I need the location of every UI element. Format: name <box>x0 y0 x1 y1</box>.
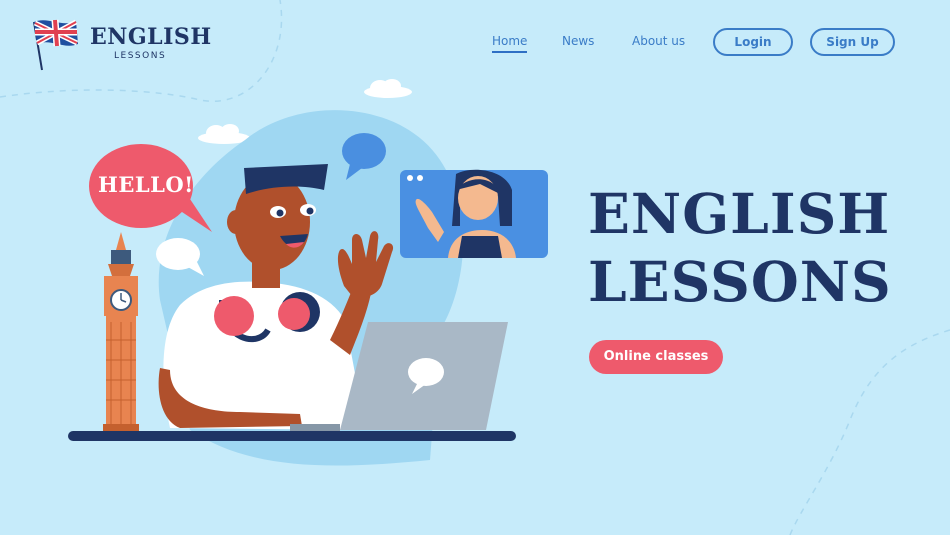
big-ben-tower <box>103 232 139 432</box>
hero-title: ENGLISH LESSONS <box>588 180 892 316</box>
online-classes-button[interactable]: Online classes <box>589 340 723 374</box>
video-call-window <box>400 169 548 258</box>
hello-text: HELLO! <box>98 172 194 197</box>
desk <box>68 431 516 441</box>
hero-title-line1: ENGLISH <box>588 181 891 246</box>
hero-title-line2: LESSONS <box>588 249 892 314</box>
landing-page: ENGLISH LESSONS Home News About us Login… <box>0 0 950 535</box>
